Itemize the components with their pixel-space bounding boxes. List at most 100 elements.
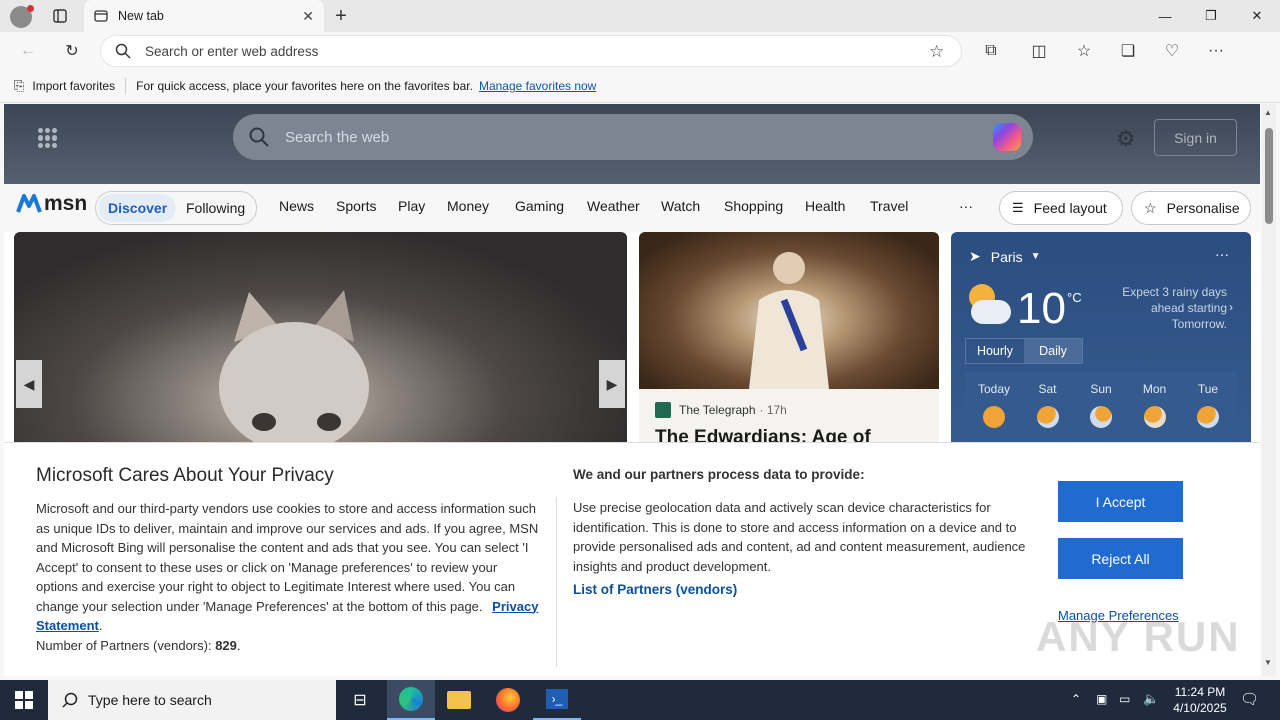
scroll-up-icon[interactable]: ▲ [1264,108,1272,117]
rain-cloud-icon [1036,406,1059,428]
favorites-hint: For quick access, place your favorites h… [136,79,473,93]
address-bar[interactable]: Search or enter web address ☆ [100,35,962,67]
settings-more-icon[interactable]: ··· [1200,35,1232,67]
nav-shopping[interactable]: Shopping [724,198,783,214]
list-of-partners-link[interactable]: List of Partners (vendors) [573,582,737,597]
browser-essentials-icon[interactable]: ♡ [1156,35,1188,67]
feed-layout-label: Feed layout [1033,200,1107,216]
nav-money[interactable]: Money [447,198,489,214]
firefox-icon[interactable] [484,680,532,720]
tab-actions-icon[interactable] [44,0,76,32]
tab-following[interactable]: Following [186,200,245,216]
divider [556,497,557,667]
network-icon[interactable]: ▭ [1119,692,1130,706]
nav-sports[interactable]: Sports [336,198,376,214]
nav-more-icon[interactable]: ··· [959,198,973,214]
accept-button[interactable]: I Accept [1058,481,1183,522]
settings-gear-icon[interactable]: ⚙ [1116,126,1136,152]
partly-cloudy-icon [965,284,1013,328]
clock[interactable]: 11:24 PM 4/10/2025 [1164,684,1236,716]
weather-unit: °C [1067,290,1082,305]
taskbar-search-placeholder: Type here to search [88,692,212,708]
toggle-hourly[interactable]: Hourly [966,339,1024,363]
minimize-icon[interactable]: — [1142,0,1188,32]
start-windows-icon[interactable] [0,680,48,720]
msn-nav-row: msn Discover Following News Sports Play … [4,184,1260,232]
data-processing-body: Use precise geolocation data and activel… [573,500,1026,574]
consent-title: Microsoft Cares About Your Privacy [36,465,334,486]
nav-travel[interactable]: Travel [870,198,908,214]
nav-play[interactable]: Play [398,198,425,214]
scroll-thumb[interactable] [1265,128,1273,224]
telegraph-logo-icon [655,402,671,418]
web-search-placeholder: Search the web [285,128,390,146]
tab-discover[interactable]: Discover [108,200,167,216]
sign-in-button[interactable]: Sign in [1154,119,1237,156]
tray-chevron-up-icon[interactable]: ⌃ [1071,692,1081,706]
web-search-box[interactable]: Search the web [233,114,1033,160]
nav-weather[interactable]: Weather [587,198,640,214]
split-screen-icon[interactable]: ◫ [1023,35,1055,67]
msn-header: Search the web ⚙ Sign in [4,104,1260,184]
notifications-icon[interactable]: 🗨 [1240,690,1259,708]
privacy-consent-banner: Microsoft Cares About Your Privacy Micro… [4,442,1260,676]
partly-cloudy-icon [1143,406,1166,428]
carousel-prev-icon[interactable]: ◀ [16,360,42,408]
apps-grid-icon[interactable] [38,128,58,148]
edge-taskbar-icon[interactable] [387,680,435,720]
favorites-icon[interactable]: ☆ [1068,35,1100,67]
feed-layout-button[interactable]: ☰ Feed layout [999,191,1123,225]
clock-time: 11:24 PM [1174,685,1226,699]
location-arrow-icon: ➤ [969,248,981,264]
source-name: The Telegraph [679,403,756,417]
extensions-icon[interactable]: ⧉ [975,35,1007,67]
rain-cloud-icon [1197,406,1219,428]
copilot-icon[interactable] [993,123,1021,151]
new-tab-icon[interactable]: + [325,0,357,32]
personalise-star-icon: ☆ [1144,199,1157,216]
import-favorites-button[interactable]: Import favorites [32,79,115,93]
chevron-right-icon[interactable]: › [1229,300,1233,314]
close-tab-icon[interactable]: ✕ [302,8,314,25]
import-favorites-icon: ⎘ [14,78,25,93]
collections-icon[interactable]: ❏ [1112,35,1144,67]
close-window-icon[interactable]: ✕ [1234,0,1280,32]
data-processing-title: We and our partners process data to prov… [573,467,865,482]
carousel-next-icon[interactable]: ▶ [599,360,625,408]
weather-more-icon[interactable]: ··· [1215,246,1229,262]
nav-health[interactable]: Health [805,198,845,214]
personalise-label: Personalise [1166,200,1240,216]
task-view-icon[interactable]: ⊟ [336,680,384,720]
refresh-icon[interactable]: ↻ [56,35,88,67]
back-icon[interactable]: ← [12,35,44,67]
address-placeholder: Search or enter web address [145,43,319,59]
profile-icon[interactable] [10,5,34,28]
article-image [639,232,939,389]
add-favorite-star-icon[interactable]: ☆ [929,42,944,62]
consent-body-text: Microsoft and our third-party vendors us… [36,501,539,614]
weather-summary: Expect 3 rainy days ahead starting Tomor… [1122,285,1227,331]
search-icon [115,43,131,59]
taskbar-search-box[interactable]: Type here to search [48,680,336,720]
volume-icon[interactable]: 🔈 [1143,691,1159,707]
scroll-down-icon[interactable]: ▼ [1264,658,1272,667]
search-icon [62,692,78,708]
msn-logo[interactable]: msn [16,192,87,216]
partners-count: 829 [215,637,237,653]
toggle-daily[interactable]: Daily [1024,339,1082,363]
powershell-icon[interactable]: ›_ [533,680,581,720]
personalise-button[interactable]: ☆ Personalise [1131,191,1251,225]
weather-location[interactable]: ➤ Paris ▼ [969,248,1041,265]
nav-news[interactable]: News [279,198,314,214]
manage-favorites-link[interactable]: Manage favorites now [479,79,596,93]
tab-new-tab[interactable]: New tab ✕ [84,0,324,32]
page-scrollbar[interactable]: ▲ ▼ [1262,104,1276,676]
watermark: ANY RUN [1036,613,1241,660]
file-explorer-icon[interactable] [435,680,483,720]
restore-icon[interactable]: ❐ [1188,0,1234,32]
tray-device-icon[interactable]: ▣ [1096,692,1107,706]
nav-gaming[interactable]: Gaming [515,198,564,214]
search-icon [249,127,269,147]
nav-watch[interactable]: Watch [661,198,700,214]
reject-all-button[interactable]: Reject All [1058,538,1183,579]
